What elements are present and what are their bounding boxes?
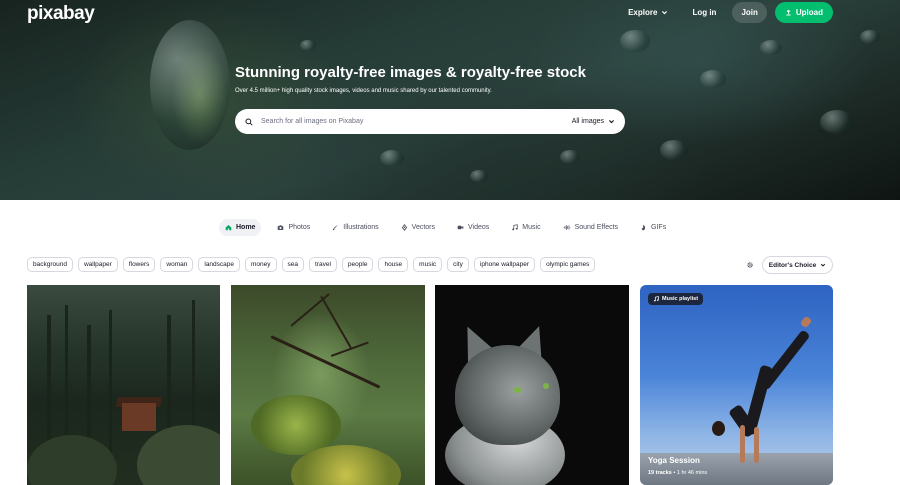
upload-label: Upload (795, 8, 823, 17)
sort-label: Editor's Choice (768, 261, 817, 269)
playlist-card-yoga[interactable]: Music playlist Yoga Session 19 tracks • … (640, 285, 833, 485)
tag-chip[interactable]: sea (281, 257, 305, 272)
search-input[interactable]: Search for all images on Pixabay (261, 118, 572, 125)
hero-banner: pixabay Explore Log in Join Upload Stunn… (0, 0, 900, 200)
hero-subtitle: Over 4.5 million+ high quality stock ima… (235, 88, 492, 94)
search-type-select[interactable]: All images (572, 118, 615, 125)
tag-chip[interactable]: wallpaper (77, 257, 118, 272)
camera-icon (278, 225, 284, 230)
pen-icon (401, 224, 407, 231)
search-type-label: All images (571, 118, 604, 125)
tab-music[interactable]: Music (505, 219, 546, 236)
tag-chip[interactable]: money (245, 257, 277, 272)
top-nav: Explore Log in Join Upload (620, 2, 833, 23)
chevron-down-icon (662, 11, 668, 15)
tag-chip[interactable]: iphone wallpaper (473, 257, 536, 272)
upload-icon (786, 9, 791, 16)
music-icon (654, 296, 659, 302)
tab-label: Photos (288, 224, 311, 231)
bush (137, 425, 220, 485)
tab-videos[interactable]: Videos (451, 219, 495, 236)
explore-label: Explore (628, 8, 658, 17)
hero-title: Stunning royalty-free images & royalty-f… (235, 64, 586, 81)
tab-label: Sound Effects (574, 224, 619, 231)
playlist-meta: 19 tracks • 1 hr 46 mins (648, 470, 707, 476)
explore-menu[interactable]: Explore (620, 2, 676, 23)
tag-chip[interactable]: background (27, 257, 73, 272)
tag-chip[interactable]: woman (160, 257, 194, 272)
tag-chip[interactable]: music (413, 257, 443, 272)
playlist-title: Yoga Session (648, 456, 700, 465)
yoga-arm (740, 425, 745, 463)
media-type-tabs: Home Photos Illustrations Vectors Videos… (219, 219, 672, 236)
playlist-badge: Music playlist (648, 293, 704, 305)
bush (27, 435, 117, 485)
tab-label: GIFs (651, 224, 667, 231)
home-icon (225, 225, 232, 231)
cat-head (455, 345, 560, 445)
tab-label: Music (522, 224, 541, 231)
branch (290, 293, 330, 327)
hero-overlay (0, 0, 900, 200)
playlist-tracks: 19 tracks (648, 470, 672, 476)
video-icon (457, 225, 464, 230)
settings-button[interactable] (744, 258, 756, 272)
tab-illustrations[interactable]: Illustrations (326, 219, 384, 236)
cat-eye (543, 383, 549, 389)
search-bar[interactable]: Search for all images on Pixabay All ima… (235, 109, 625, 134)
tab-label: Vectors (411, 224, 436, 231)
yoga-arm (754, 427, 759, 463)
tag-chip[interactable]: people (341, 257, 374, 272)
yoga-foot (799, 315, 813, 329)
tab-home[interactable]: Home (219, 219, 262, 236)
playlist-duration: 1 hr 46 mins (676, 470, 708, 476)
sort-select[interactable]: Editor's Choice (762, 256, 833, 274)
tab-label: Videos (468, 224, 490, 231)
brush-icon (333, 224, 339, 231)
pixabay-logo[interactable]: pixabay (27, 3, 95, 25)
upload-button[interactable]: Upload (774, 2, 833, 23)
image-card-cat[interactable] (435, 285, 629, 485)
cabin (122, 403, 156, 431)
tag-chip[interactable]: city (447, 257, 469, 272)
chevron-down-icon (821, 263, 826, 267)
trending-tags: background wallpaper flowers woman lands… (27, 257, 596, 272)
tab-label: Illustrations (343, 224, 379, 231)
gear-icon (747, 262, 753, 268)
chevron-down-icon (609, 120, 614, 124)
tag-chip[interactable]: travel (309, 257, 337, 272)
branch (320, 295, 352, 349)
tab-vectors[interactable]: Vectors (395, 219, 441, 236)
tag-chip[interactable]: landscape (198, 257, 241, 272)
image-card-forest-cabin[interactable] (27, 285, 220, 485)
soundwave-icon (563, 225, 571, 230)
cat-eye (513, 387, 522, 393)
login-link[interactable]: Log in (684, 2, 724, 23)
music-icon (512, 224, 518, 231)
yoga-head (712, 421, 725, 436)
tab-photos[interactable]: Photos (271, 219, 316, 236)
tag-chip[interactable]: house (378, 257, 409, 272)
tab-gifs[interactable]: GIFs (634, 219, 672, 236)
tag-chip[interactable]: flowers (122, 257, 156, 272)
search-icon (245, 117, 253, 126)
tab-sound-effects[interactable]: Sound Effects (557, 219, 624, 236)
join-button[interactable]: Join (732, 2, 767, 23)
tab-label: Home (236, 224, 256, 231)
gif-icon (641, 224, 646, 231)
playlist-badge-label: Music playlist (662, 296, 699, 302)
image-card-branch[interactable] (231, 285, 425, 485)
tag-chip[interactable]: olympic games (540, 257, 596, 272)
